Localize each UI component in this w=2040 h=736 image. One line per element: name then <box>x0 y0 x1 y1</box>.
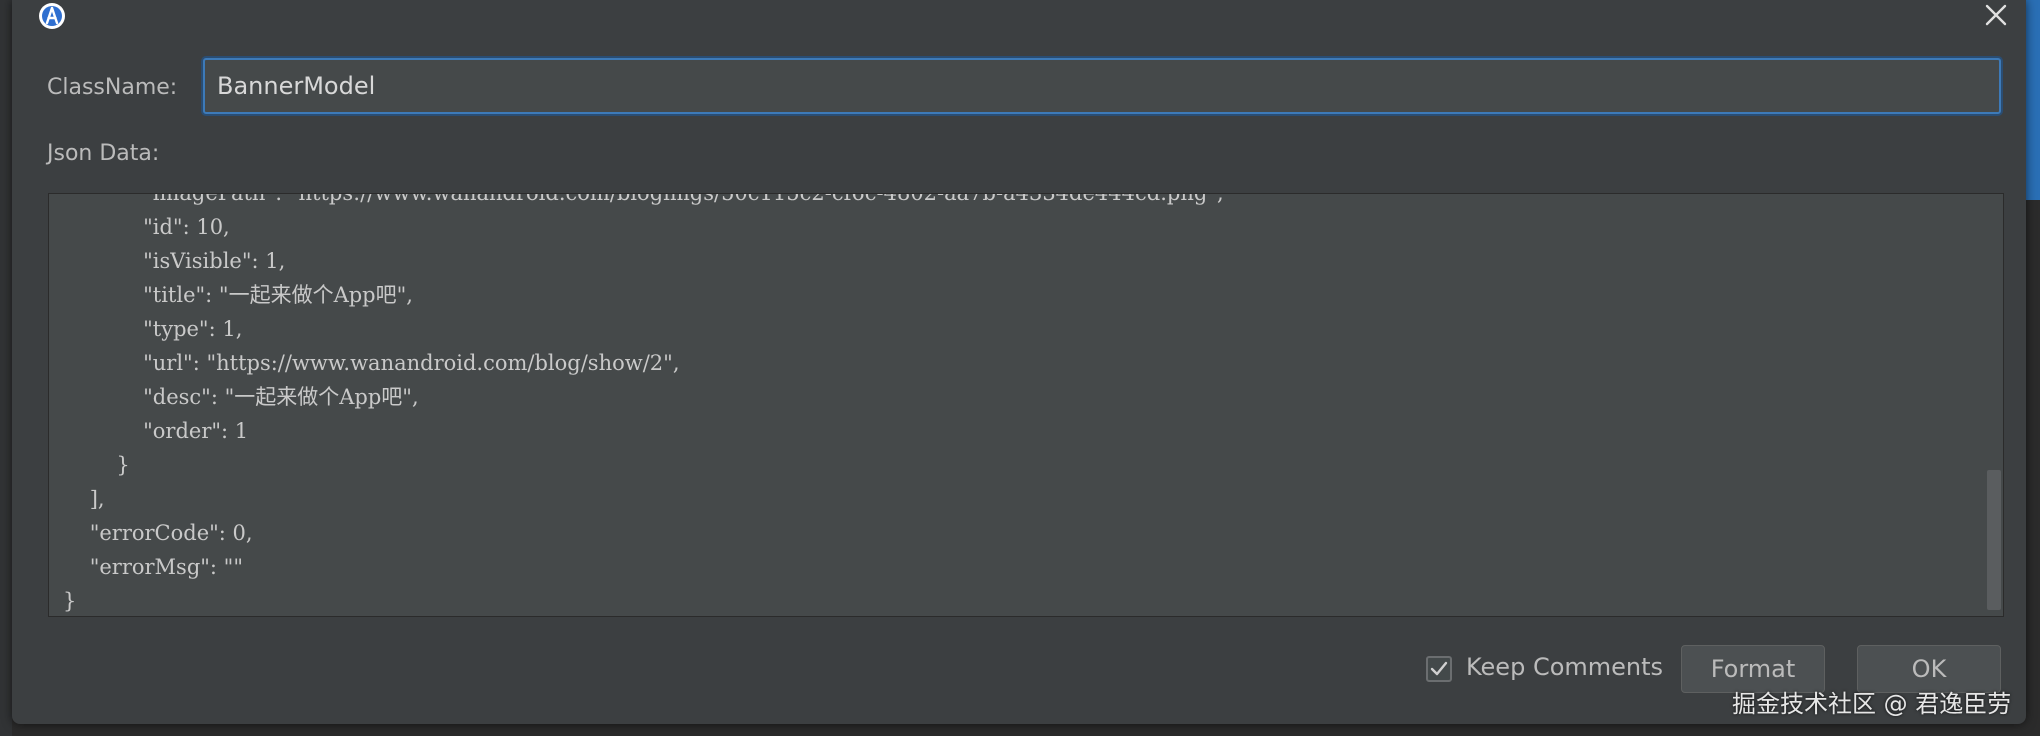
code-line: "isVisible": 1, <box>63 249 286 273</box>
code-line: "order": 1 <box>63 419 249 443</box>
code-line: "title": "一起来做个App吧", <box>63 283 413 307</box>
code-line: "type": 1, <box>63 317 243 341</box>
close-icon[interactable] <box>1980 0 2012 32</box>
json-data-label: Json Data: <box>47 141 160 166</box>
classname-input[interactable] <box>203 58 2001 114</box>
keep-comments-checkbox[interactable] <box>1426 656 1452 682</box>
code-line: } <box>63 453 130 477</box>
watermark-text: 掘金技术社区 @ 君逸臣劳 <box>1732 690 2012 718</box>
app-logo-icon <box>38 2 66 30</box>
code-line: "errorCode": 0, <box>63 521 253 545</box>
code-line: ], <box>63 487 105 511</box>
code-line: "id": 10, <box>63 215 230 239</box>
ide-gutter-edge <box>0 0 12 736</box>
code-line: "errorMsg": "" <box>63 555 243 579</box>
code-line: "imagePath": "https://www.wanandroid.com… <box>63 193 1224 205</box>
check-icon <box>1430 661 1448 676</box>
editor-scrollbar[interactable] <box>1987 470 2001 610</box>
json-data-editor[interactable]: "imagePath": "https://www.wanandroid.com… <box>48 193 2004 617</box>
code-line: "desc": "一起来做个App吧", <box>63 385 419 409</box>
code-line: } <box>63 589 77 613</box>
generate-class-dialog: ClassName: Json Data: "imagePath": "http… <box>12 0 2026 724</box>
classname-label: ClassName: <box>47 75 178 100</box>
code-line: "url": "https://www.wanandroid.com/blog/… <box>63 351 680 375</box>
keep-comments-label[interactable]: Keep Comments <box>1466 653 1663 681</box>
ide-scrollbar-thumb[interactable] <box>2026 0 2040 200</box>
